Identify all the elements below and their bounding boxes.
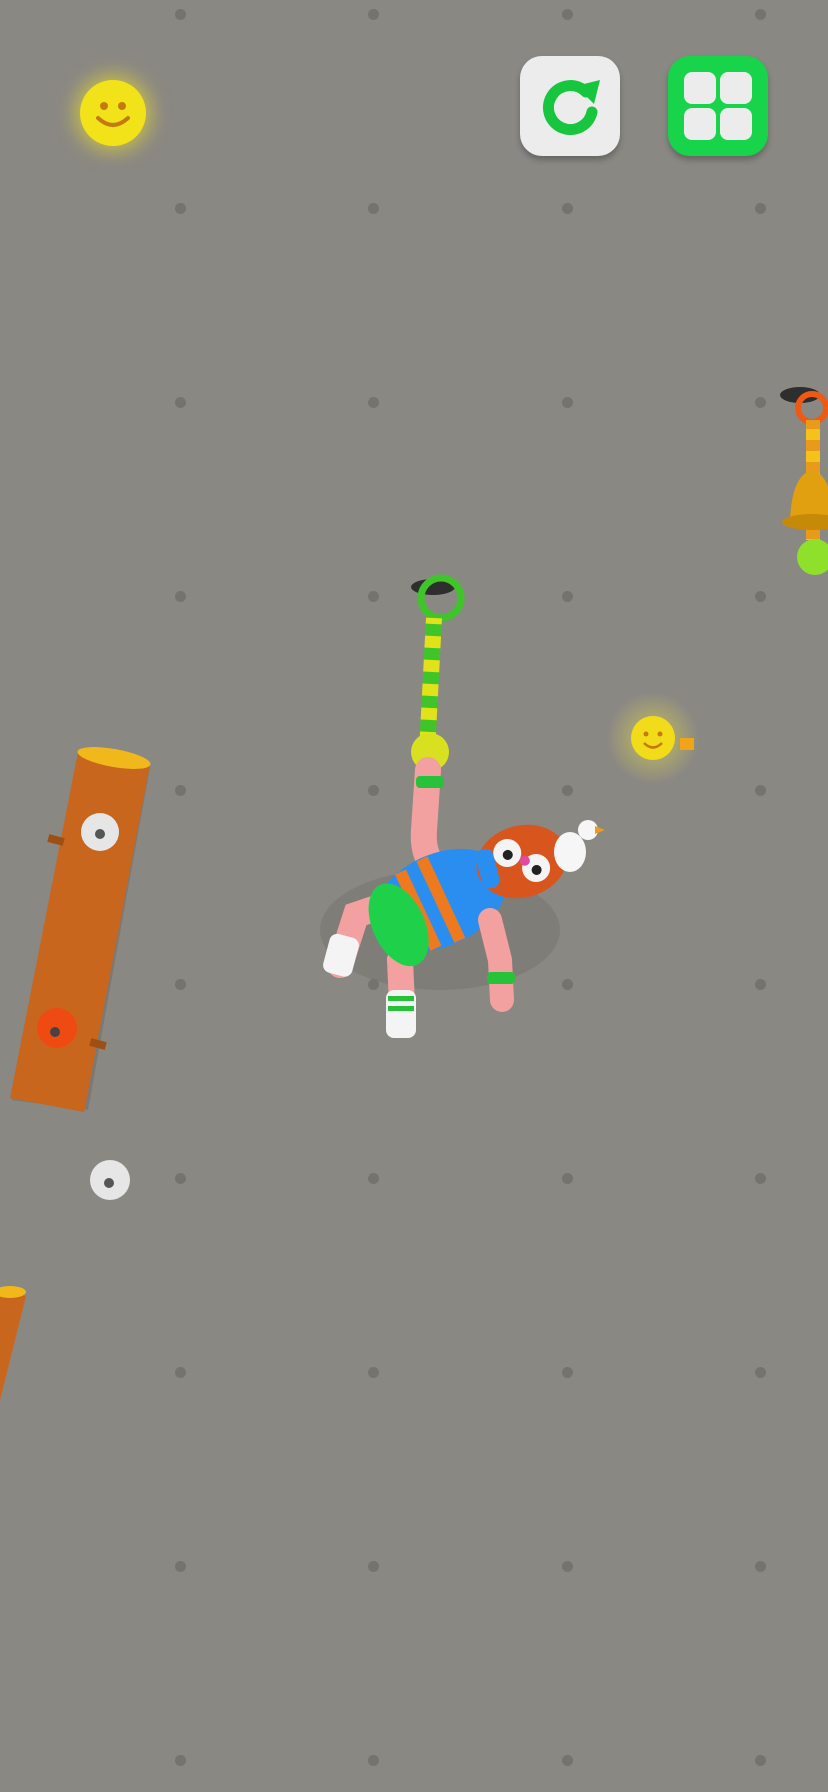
wall-dot <box>562 203 573 214</box>
restart-arrow-icon <box>542 80 600 136</box>
ragdoll-character <box>320 757 605 1038</box>
wall-dot <box>175 1755 186 1766</box>
wall-dot <box>368 591 379 602</box>
wall-dot <box>562 591 573 602</box>
wall-dot <box>175 203 186 214</box>
smiley-coin <box>607 692 699 784</box>
wall-dot <box>175 591 186 602</box>
wall-dot <box>368 1173 379 1184</box>
wall-dot <box>368 397 379 408</box>
wall-dot <box>562 397 573 408</box>
bolt-hold <box>90 1160 130 1200</box>
restart-button[interactable] <box>520 56 620 156</box>
wall-dot <box>562 1367 573 1378</box>
wall-dot <box>175 1173 186 1184</box>
level-menu-button[interactable] <box>668 56 768 156</box>
wall-dot <box>755 785 766 796</box>
wooden-log <box>0 1286 26 1400</box>
wall-dot <box>368 1755 379 1766</box>
wall-dot <box>755 979 766 990</box>
wall-dot <box>175 1561 186 1572</box>
wall-dot <box>368 1561 379 1572</box>
wooden-log <box>10 747 151 1112</box>
red-hold <box>37 1008 77 1048</box>
duck-hat <box>554 820 605 872</box>
wall-dot <box>755 1755 766 1766</box>
wall-dot <box>368 979 379 990</box>
wall-dot <box>755 1561 766 1572</box>
golden-bell <box>780 387 828 575</box>
wall-dot <box>368 1367 379 1378</box>
grip-rope <box>411 574 465 771</box>
bolt-hold <box>81 813 119 851</box>
wall-dot <box>368 785 379 796</box>
wall-dot <box>368 203 379 214</box>
wall-dot <box>755 591 766 602</box>
wall-dot <box>175 785 186 796</box>
wall-dot <box>562 785 573 796</box>
wall-dot <box>755 397 766 408</box>
game-scene <box>0 387 828 1400</box>
wall-dot <box>755 1367 766 1378</box>
wall-dot <box>368 9 379 20</box>
wall-dot <box>562 1755 573 1766</box>
wall-dot <box>562 9 573 20</box>
wall-dot <box>175 397 186 408</box>
wall-dot <box>755 1173 766 1184</box>
wall-dot <box>755 203 766 214</box>
smiley-coin-icon <box>80 80 146 146</box>
wall-dot <box>175 9 186 20</box>
wall-dot <box>562 1173 573 1184</box>
wall-dot <box>175 979 186 990</box>
wall-dot <box>562 1561 573 1572</box>
wall-dot <box>175 1367 186 1378</box>
wall-dot <box>562 979 573 990</box>
wall-dot <box>755 9 766 20</box>
